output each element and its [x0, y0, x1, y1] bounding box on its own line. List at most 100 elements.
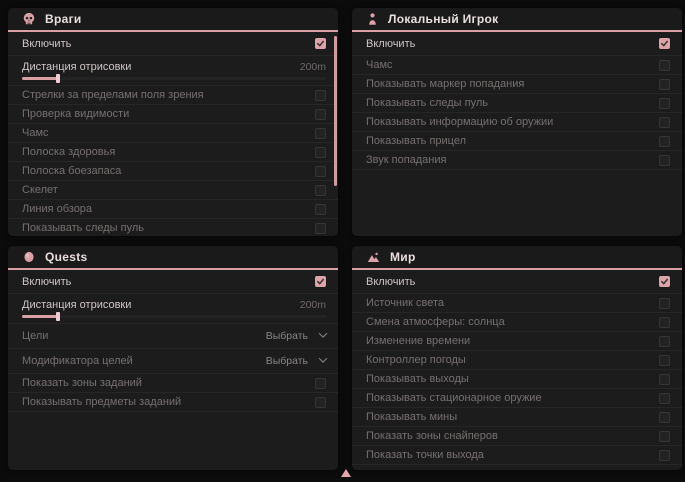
- row-label: Показывать мины: [366, 411, 457, 423]
- row-toggle[interactable]: Показывать стационарное оружие: [352, 389, 682, 408]
- row-toggle[interactable]: Контроллер погоды: [352, 351, 682, 370]
- row-toggle[interactable]: Включить: [352, 270, 682, 294]
- checkbox[interactable]: [659, 450, 670, 461]
- row-label: Чамс: [366, 59, 393, 71]
- checkbox[interactable]: [659, 355, 670, 366]
- row-label: Звук попадания: [366, 154, 446, 166]
- checkbox[interactable]: [659, 98, 670, 109]
- row-label: Показать зоны снайперов: [366, 430, 498, 442]
- checkbox[interactable]: [659, 60, 670, 71]
- row-toggle[interactable]: Изменение времени: [352, 332, 682, 351]
- row-toggle[interactable]: Показать зоны заданий: [8, 374, 338, 393]
- checkbox[interactable]: [659, 79, 670, 90]
- row-slider[interactable]: Дистанция отрисовки200m: [8, 294, 338, 324]
- checkbox[interactable]: [659, 374, 670, 385]
- row-toggle[interactable]: Линия обзора: [8, 200, 338, 219]
- row-toggle[interactable]: Показывать маркер попадания: [352, 75, 682, 94]
- row-slider[interactable]: Дистанция отрисовки 200m: [8, 56, 338, 86]
- panel-body: ВключитьЧамсПоказывать маркер попаданияП…: [352, 32, 682, 170]
- checkbox[interactable]: [315, 90, 326, 101]
- checkbox[interactable]: [315, 185, 326, 196]
- row-toggle[interactable]: Показывать следы пуль: [8, 219, 338, 236]
- row-label: Источник света: [366, 297, 444, 309]
- row-toggle[interactable]: Проверка видимости: [8, 105, 338, 124]
- row-select[interactable]: Модификатора целейВыбрать: [8, 349, 338, 374]
- row-toggle[interactable]: Показывать выходы: [352, 370, 682, 389]
- dropdown[interactable]: Выбрать: [266, 355, 326, 367]
- checkbox[interactable]: [659, 155, 670, 166]
- row-toggle[interactable]: Источник света: [352, 294, 682, 313]
- slider-handle[interactable]: [56, 74, 60, 83]
- checkbox[interactable]: [315, 147, 326, 158]
- slider[interactable]: [22, 77, 326, 80]
- panel-title: Мир: [390, 250, 416, 264]
- row-label: Включить: [22, 276, 71, 288]
- row-toggle[interactable]: Чамс: [8, 124, 338, 143]
- checkbox[interactable]: [659, 317, 670, 328]
- panel-enemies: Враги Включить Дистанция отрисовки 200m Стр…: [8, 8, 338, 236]
- row-toggle[interactable]: Полоска боезапаса: [8, 162, 338, 181]
- row-label: Дистанция отрисовки: [22, 299, 131, 311]
- row-toggle[interactable]: Показывать предметы заданий: [8, 393, 338, 412]
- chevron-down-icon: [319, 329, 327, 337]
- checkbox[interactable]: [659, 117, 670, 128]
- checkbox[interactable]: [315, 38, 326, 49]
- row-label: Смена атмосферы: солнца: [366, 316, 505, 328]
- checkbox[interactable]: [659, 38, 670, 49]
- row-toggle[interactable]: Звук попадания: [352, 151, 682, 170]
- checkbox[interactable]: [315, 223, 326, 234]
- slider-handle[interactable]: [56, 312, 60, 321]
- checkbox[interactable]: [315, 166, 326, 177]
- panel-header: Quests: [8, 246, 338, 270]
- row-toggle[interactable]: Чамс: [352, 56, 682, 75]
- checkbox[interactable]: [659, 298, 670, 309]
- panels-grid: Враги Включить Дистанция отрисовки 200m Стр…: [8, 8, 677, 470]
- checkbox[interactable]: [315, 397, 326, 408]
- row-toggle[interactable]: Смена атмосферы: солнца: [352, 313, 682, 332]
- check-icon: [316, 277, 325, 286]
- checkbox[interactable]: [315, 204, 326, 215]
- row-toggle[interactable]: Полоска здоровья: [8, 143, 338, 162]
- checkbox[interactable]: [315, 128, 326, 139]
- slider[interactable]: [22, 315, 326, 318]
- checkbox[interactable]: [659, 136, 670, 147]
- checkbox[interactable]: [315, 109, 326, 120]
- panel-header: Локальный Игрок: [352, 8, 682, 32]
- row-toggle[interactable]: Показывать информацию об оружии: [352, 113, 682, 132]
- checkbox[interactable]: [659, 431, 670, 442]
- row-toggle[interactable]: Показывать прицел: [352, 132, 682, 151]
- row-label: Показывать стационарное оружие: [366, 392, 542, 404]
- panel-title: Враги: [45, 12, 82, 26]
- dropdown[interactable]: Выбрать: [266, 330, 326, 342]
- row-label: Включить: [366, 38, 415, 50]
- checkbox[interactable]: [315, 378, 326, 389]
- check-icon: [316, 39, 325, 48]
- row-label: Дистанция отрисовки: [22, 61, 131, 73]
- checkbox[interactable]: [659, 336, 670, 347]
- row-toggle[interactable]: Включить: [352, 32, 682, 56]
- row-toggle[interactable]: Показать точки выхода: [352, 446, 682, 465]
- slider-fill: [22, 77, 58, 80]
- scrollbar[interactable]: [334, 36, 337, 186]
- row-label: Показывать предметы заданий: [22, 396, 181, 408]
- row-toggle[interactable]: Скелет: [8, 181, 338, 200]
- cursor-triangle: [341, 469, 351, 477]
- panel-body: Включить Источник света Смена атмосферы: с…: [352, 270, 682, 465]
- row-label: Полоска боезапаса: [22, 165, 121, 177]
- checkbox[interactable]: [659, 276, 670, 287]
- row-toggle[interactable]: Показать зоны снайперов: [352, 427, 682, 446]
- row-label: Включить: [22, 38, 71, 50]
- checkbox[interactable]: [659, 412, 670, 423]
- row-toggle[interactable]: Показывать мины: [352, 408, 682, 427]
- row-toggle[interactable]: Включить: [8, 270, 338, 294]
- checkbox[interactable]: [315, 276, 326, 287]
- row-toggle[interactable]: Стрелки за пределами поля зрения: [8, 86, 338, 105]
- row-label: Цели: [22, 330, 48, 342]
- panel-header: Мир: [352, 246, 682, 270]
- slider-value: 200m: [300, 61, 326, 73]
- checkbox[interactable]: [659, 393, 670, 404]
- row-select[interactable]: Цели Выбрать: [8, 324, 338, 349]
- row-toggle[interactable]: Включить: [8, 32, 338, 56]
- check-icon: [660, 277, 669, 286]
- row-toggle[interactable]: Показывать следы пуль: [352, 94, 682, 113]
